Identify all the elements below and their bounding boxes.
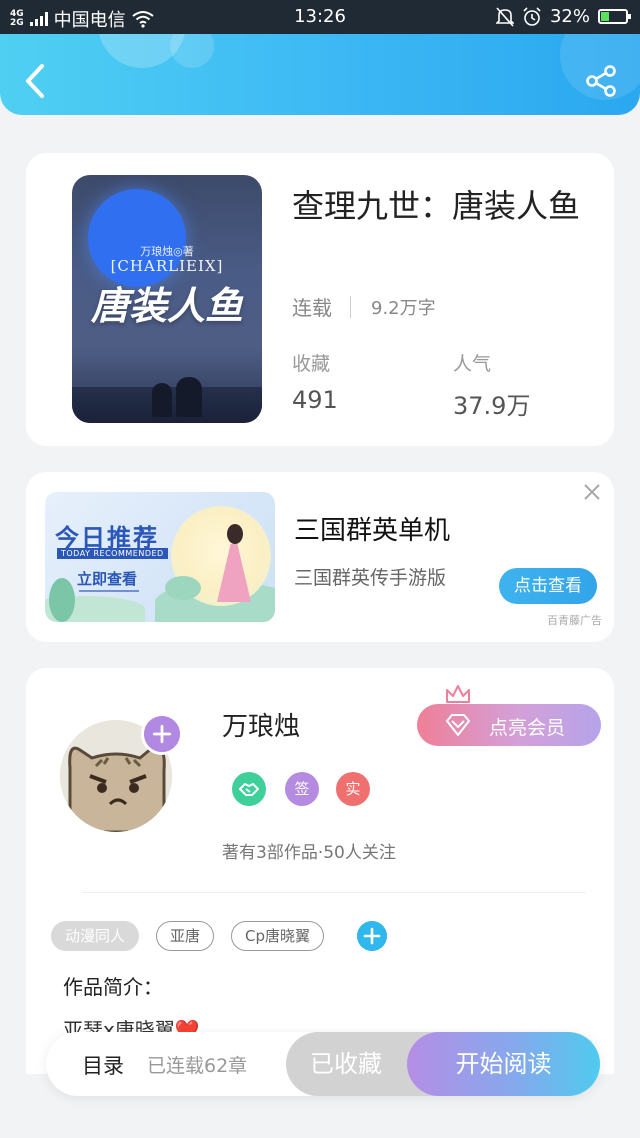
tag-list: 动漫同人 亚唐 Cp唐晓翼 — [51, 921, 388, 951]
popularity-value: 37.9万 — [453, 392, 531, 420]
cover-figure — [152, 383, 172, 417]
book-title: 查理九世：唐装人鱼 — [292, 187, 581, 225]
book-cover[interactable]: 万琅烛◎著 [CHARLIEIX] 唐装人鱼 — [72, 175, 262, 423]
divider — [82, 892, 586, 893]
collect-label: 收藏 — [292, 353, 331, 375]
share-button[interactable] — [584, 64, 618, 98]
add-tag-button[interactable] — [357, 921, 388, 951]
ad-image-underline — [79, 590, 139, 592]
cover-title: 唐装人鱼 — [90, 283, 243, 328]
alarm-icon — [523, 6, 541, 26]
ad-image[interactable]: 今日推荐 TODAY RECOMMENDED 立即查看 — [45, 492, 275, 622]
ad-image-subtitle: TODAY RECOMMENDED — [57, 548, 168, 559]
handshake-icon — [232, 772, 266, 806]
word-count: 9.2万字 — [371, 297, 436, 319]
vip-button-label: 点亮会员 — [489, 717, 566, 739]
tag-item[interactable]: 动漫同人 — [51, 921, 140, 951]
toc-button[interactable]: 目录 — [82, 1050, 124, 1080]
popularity-label: 人气 — [453, 353, 492, 375]
book-status-row: 连载 9.2万字 — [292, 292, 436, 321]
ad-title: 三国群英单机 — [294, 516, 451, 546]
crown-icon — [446, 685, 470, 703]
cover-figure — [176, 377, 202, 417]
cover-english-title: [CHARLIEIX] — [110, 257, 224, 275]
ad-bush — [49, 578, 75, 622]
bell-off-icon — [495, 6, 514, 27]
divider — [350, 295, 351, 318]
start-reading-button[interactable]: 开始阅读 — [407, 1032, 600, 1096]
intro-label: 作品简介： — [63, 975, 163, 999]
battery-percent: 32% — [549, 6, 590, 27]
collect-value: 491 — [292, 386, 338, 414]
ad-label: 百青藤广告 — [547, 614, 602, 627]
close-icon[interactable] — [582, 482, 602, 502]
ad-girl-head — [227, 524, 243, 544]
ad-subtitle: 三国群英传手游版 — [294, 567, 447, 589]
signed-badge: 签 — [285, 772, 319, 806]
verified-badge: 实 — [336, 772, 370, 806]
follow-button[interactable] — [141, 713, 183, 755]
ad-card[interactable]: 今日推荐 TODAY RECOMMENDED 立即查看 三国群英单机 三国群英传… — [26, 472, 614, 642]
battery-icon — [598, 9, 631, 24]
header: 4G 2G 中国电信 13:26 32% — [0, 0, 640, 115]
chapter-count[interactable]: 已连载62章 — [147, 1051, 247, 1078]
ad-image-cta: 立即查看 — [77, 570, 138, 588]
ad-bush — [165, 576, 201, 600]
author-name[interactable]: 万琅烛 — [222, 706, 300, 743]
author-stats: 著有3部作品·50人关注 — [222, 843, 396, 863]
status-bar: 4G 2G 中国电信 13:26 32% — [0, 0, 640, 34]
vip-button[interactable]: 点亮会员 — [417, 704, 601, 746]
bottom-action-bar: 目录 已连载62章 已收藏 开始阅读 — [46, 1032, 600, 1096]
serial-status: 连载 — [292, 296, 332, 320]
ad-view-button[interactable]: 点击查看 — [499, 568, 597, 604]
tag-item[interactable]: 亚唐 — [156, 921, 215, 951]
diamond-icon — [446, 714, 470, 736]
tag-item[interactable]: Cp唐晓翼 — [231, 921, 325, 951]
back-button[interactable] — [20, 62, 50, 100]
book-info-card: 万琅烛◎著 [CHARLIEIX] 唐装人鱼 查理九世：唐装人鱼 连载 9.2万… — [26, 153, 614, 446]
